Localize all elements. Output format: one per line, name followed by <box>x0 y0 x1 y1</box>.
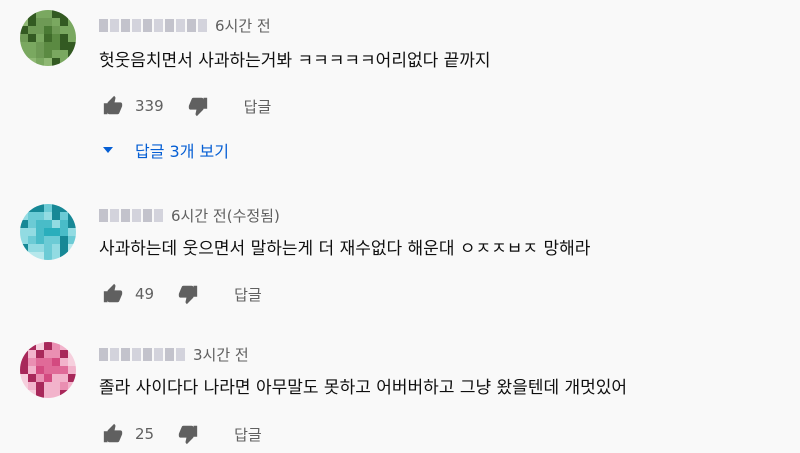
avatar[interactable] <box>20 342 76 398</box>
like-icon[interactable] <box>101 422 125 446</box>
author-row: 3시간 전 <box>99 343 249 365</box>
like-icon[interactable] <box>101 282 125 306</box>
comment-toolbar: 339 답글 <box>101 94 271 118</box>
view-replies-button[interactable]: 답글 3개 보기 <box>103 138 229 162</box>
comment-timestamp[interactable]: 6시간 전(수정됨) <box>171 205 280 226</box>
author-row: 6시간 전 <box>99 14 271 36</box>
comment-toolbar: 49 답글 <box>101 282 262 306</box>
comment-text: 사과하는데 웃으면서 말하는게 더 재수없다 해운대 ㅇㅈㅈㅂㅈ 망해라 <box>99 239 591 259</box>
comment-timestamp[interactable]: 6시간 전 <box>215 15 271 36</box>
like-count: 49 <box>135 285 155 303</box>
author-name-blurred[interactable] <box>99 347 185 361</box>
comment-toolbar: 25 답글 <box>101 422 262 446</box>
reply-button[interactable]: 답글 <box>234 424 262 445</box>
view-replies-label: 답글 3개 보기 <box>135 142 229 161</box>
dislike-icon[interactable] <box>176 282 200 306</box>
like-icon[interactable] <box>101 94 125 118</box>
avatar[interactable] <box>20 10 76 66</box>
dislike-icon[interactable] <box>186 94 210 118</box>
author-name-blurred[interactable] <box>99 208 163 222</box>
chevron-down-icon <box>103 147 113 153</box>
like-count: 339 <box>135 97 164 115</box>
comment-timestamp[interactable]: 3시간 전 <box>193 344 249 365</box>
author-name-blurred[interactable] <box>99 18 207 32</box>
author-row: 6시간 전(수정됨) <box>99 204 280 226</box>
dislike-icon[interactable] <box>176 422 200 446</box>
comment-text: 졸라 사이다다 나라면 아무말도 못하고 어버버하고 그냥 왔을텐데 개멋있어 <box>99 378 628 398</box>
comment-text: 헛웃음치면서 사과하는거봐 ㅋㅋㅋㅋㅋ어리없다 끝까지 <box>99 51 491 71</box>
like-count: 25 <box>135 425 155 443</box>
avatar[interactable] <box>20 204 76 260</box>
reply-button[interactable]: 답글 <box>244 96 272 117</box>
reply-button[interactable]: 답글 <box>234 284 262 305</box>
